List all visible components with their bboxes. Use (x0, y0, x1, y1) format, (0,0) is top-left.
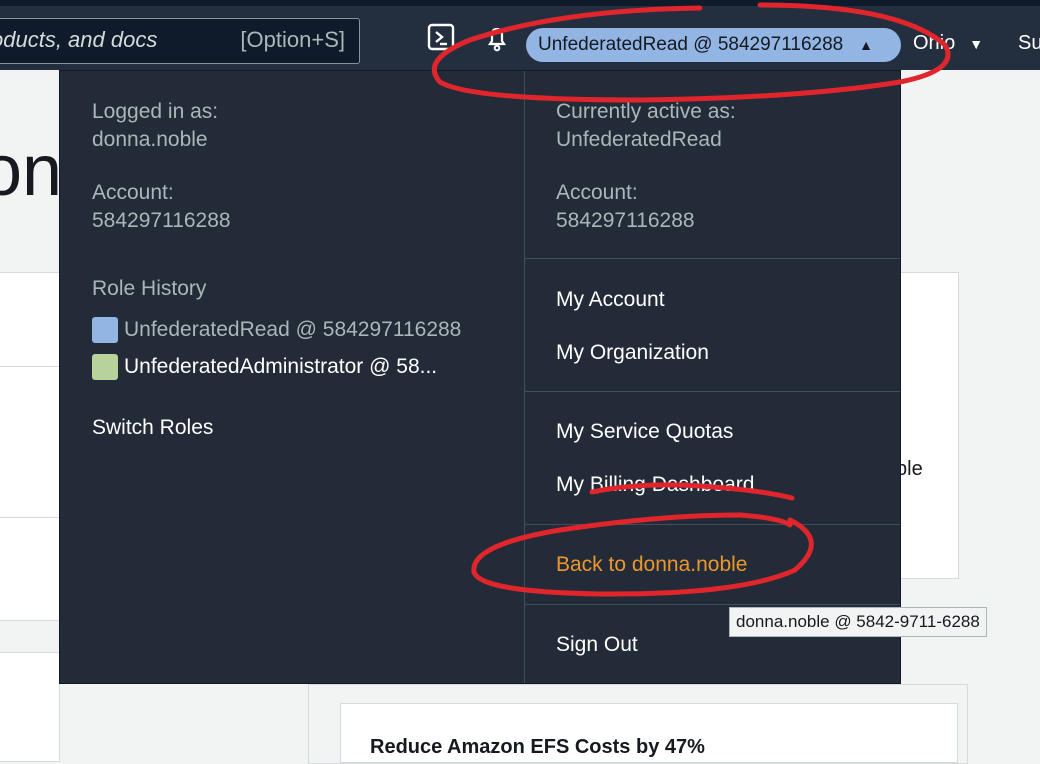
caret-down-icon: ▼ (969, 36, 984, 52)
left-account-id: 584297116288 (92, 209, 231, 232)
user-tooltip: donna.noble @ 5842-9711-6288 (729, 607, 987, 637)
account-dropdown-menu: Logged in as: donna.noble Account: 58429… (59, 70, 901, 684)
role-menu-button[interactable]: UnfederatedRead @ 584297116288 ▲ (526, 28, 901, 62)
my-organization-link[interactable]: My Organization (556, 341, 709, 365)
search-placeholder: oducts, and docs (0, 27, 158, 52)
divider (524, 604, 900, 605)
active-as-label: Currently active as: (556, 100, 736, 123)
divider (524, 391, 900, 392)
region-selector[interactable]: Ohio ▼ (913, 32, 983, 55)
bg-card-left-mid (0, 366, 60, 518)
role-history-item[interactable]: UnfederatedRead @ 584297116288 (92, 317, 461, 343)
page-title-fragment: on (0, 131, 63, 211)
region-label: Ohio (913, 32, 956, 54)
right-account-id: 584297116288 (556, 209, 695, 232)
my-account-link[interactable]: My Account (556, 288, 665, 312)
cloudshell-icon[interactable] (427, 23, 457, 53)
role-pill-label: UnfederatedRead @ 584297116288 (538, 34, 844, 55)
switch-roles-link[interactable]: Switch Roles (92, 414, 213, 442)
sign-out-link[interactable]: Sign Out (556, 633, 638, 657)
active-role: UnfederatedRead (556, 128, 722, 151)
role-history-label: Role History (92, 277, 207, 300)
support-menu[interactable]: Su (1018, 32, 1040, 55)
bg-card-right (900, 272, 959, 579)
role-history-label-1: UnfederatedAdministrator @ 58... (124, 355, 438, 378)
bg-card-heading: Reduce Amazon EFS Costs by 47% (370, 736, 705, 758)
caret-up-icon: ▲ (859, 37, 873, 53)
dropdown-right-column: Currently active as: UnfederatedRead Acc… (524, 71, 900, 683)
search-shortcut: [Option+S] (240, 27, 345, 52)
back-to-user-link[interactable]: Back to donna.noble (556, 553, 747, 577)
divider (524, 258, 900, 259)
role-color-swatch (92, 354, 118, 380)
bg-card-left-bottom (0, 652, 60, 762)
my-billing-dashboard-link[interactable]: My Billing Dashboard (556, 473, 754, 497)
bg-card-left-low (0, 517, 60, 621)
my-service-quotas-link[interactable]: My Service Quotas (556, 420, 733, 444)
logged-in-user: donna.noble (92, 128, 208, 151)
role-history-label-0: UnfederatedRead @ 584297116288 (124, 318, 462, 341)
role-color-swatch (92, 317, 118, 343)
right-account-label: Account: (556, 181, 638, 204)
divider (524, 524, 900, 525)
bell-icon[interactable] (483, 23, 513, 53)
search-input[interactable]: oducts, and docs [Option+S] (0, 18, 360, 64)
left-account-label: Account: (92, 181, 174, 204)
dropdown-left-column: Logged in as: donna.noble Account: 58429… (60, 71, 525, 683)
logged-in-label: Logged in as: (92, 100, 219, 123)
role-history-item[interactable]: UnfederatedAdministrator @ 58... (92, 354, 437, 380)
bg-card-left-top (0, 272, 60, 367)
top-nav-bar: oducts, and docs [Option+S] UnfederatedR… (0, 0, 1040, 70)
